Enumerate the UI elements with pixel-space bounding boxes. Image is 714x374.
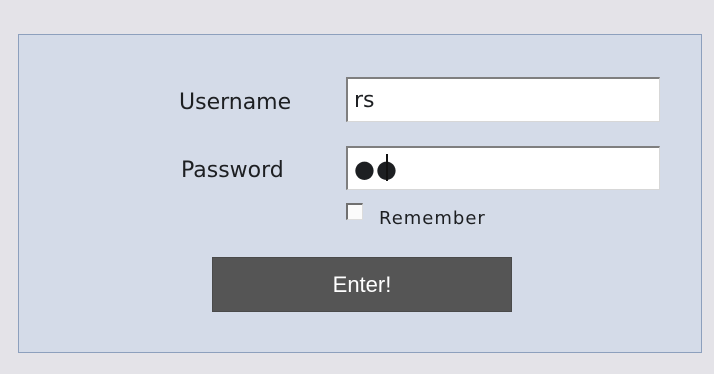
username-label: Username (179, 90, 292, 115)
enter-button[interactable]: Enter! (212, 257, 512, 312)
password-field[interactable] (346, 146, 660, 190)
remember-label: Remember (379, 208, 486, 229)
text-cursor (386, 154, 388, 181)
page-background: Username Password Remember Enter! (0, 0, 714, 374)
username-field[interactable] (346, 77, 660, 122)
remember-checkbox[interactable] (346, 203, 363, 220)
login-panel: Username Password Remember Enter! (18, 34, 702, 353)
password-label: Password (181, 158, 284, 183)
